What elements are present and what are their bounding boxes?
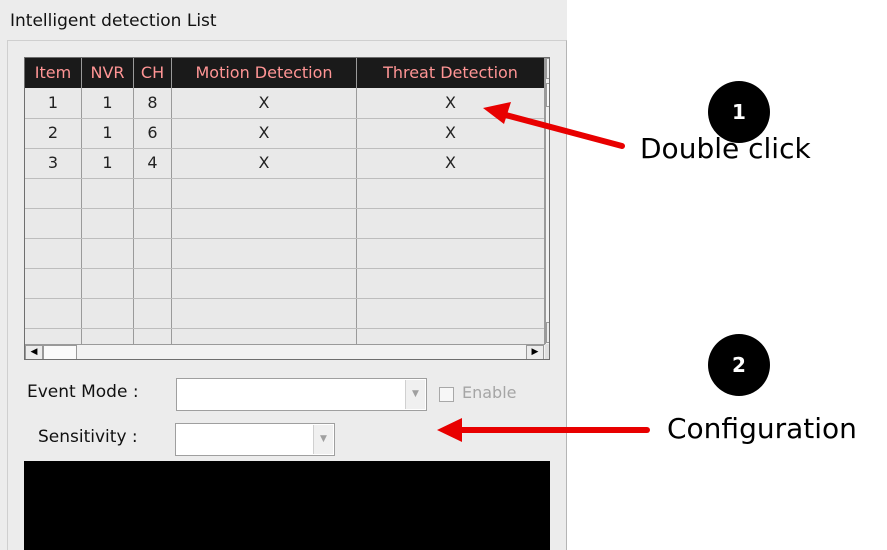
arrow-configuration: [437, 418, 650, 442]
step-2-caption: Configuration: [667, 412, 857, 445]
step-1-caption: Double click: [640, 132, 811, 165]
step-2-badge: 2: [708, 334, 770, 396]
arrow-double-click: [483, 102, 625, 149]
annotation-arrows: [437, 102, 650, 442]
